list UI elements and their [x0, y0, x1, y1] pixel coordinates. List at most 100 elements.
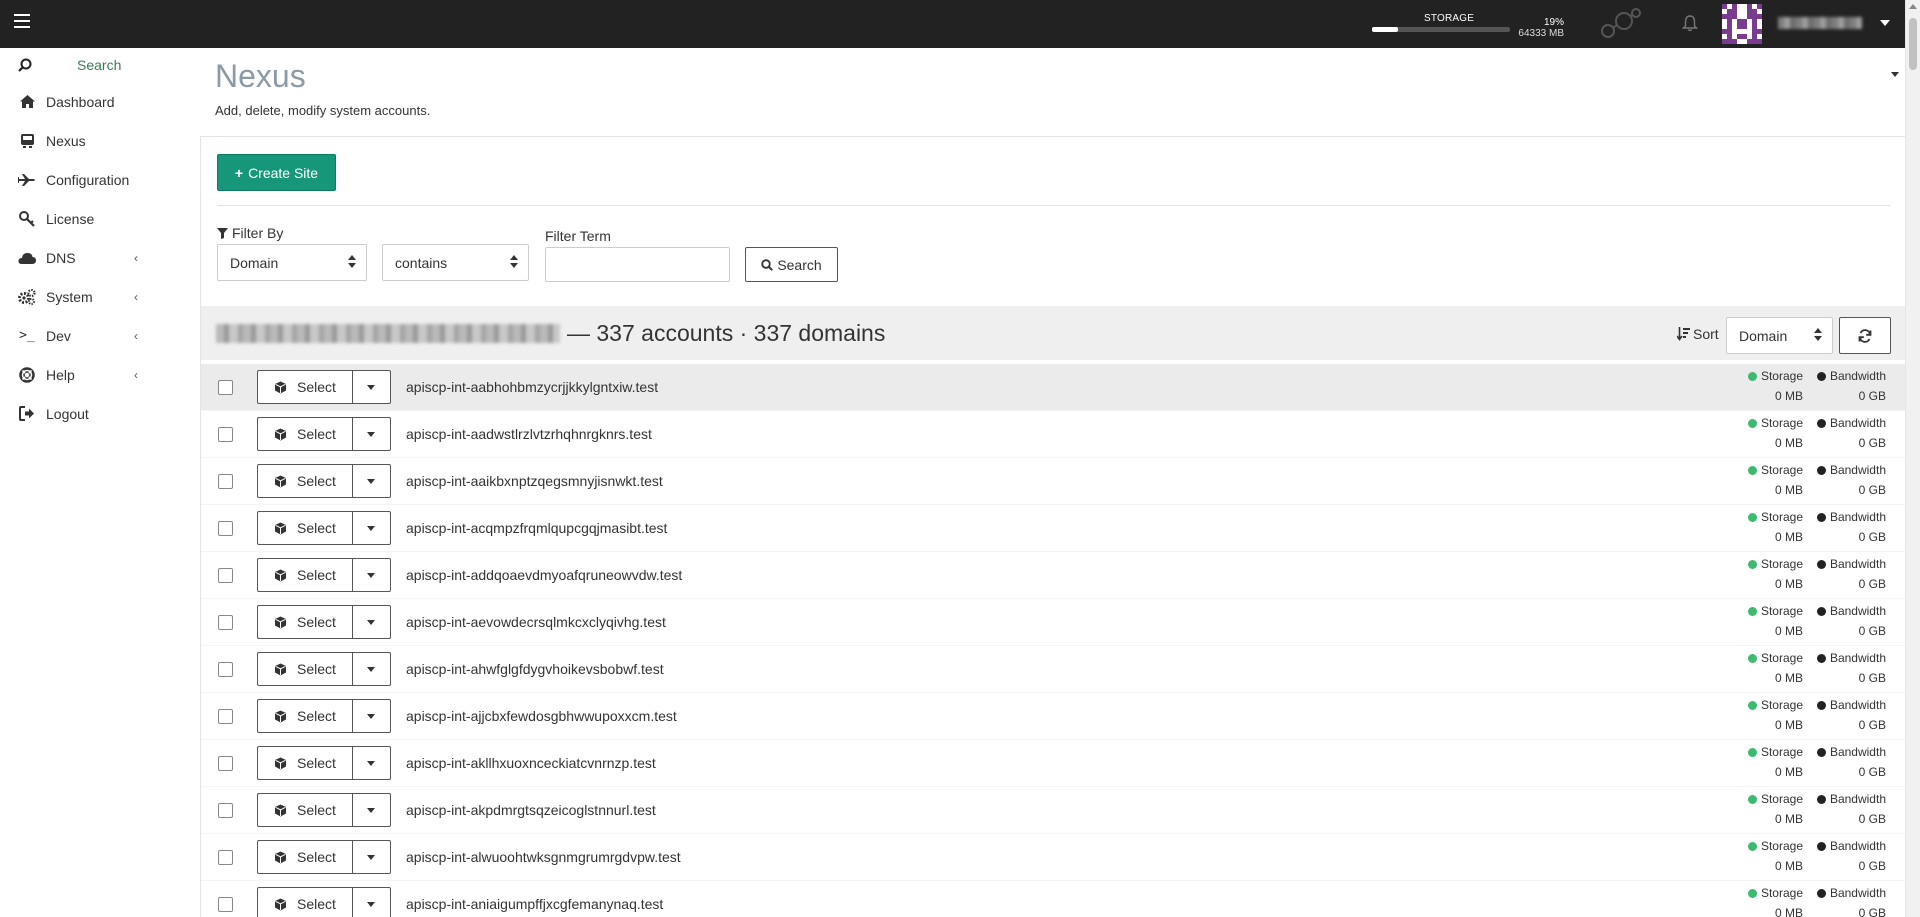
select-dropdown-toggle[interactable] [352, 887, 391, 917]
select-button[interactable]: Select [257, 605, 352, 639]
page-scrollbar[interactable] [1905, 0, 1920, 917]
row-checkbox[interactable] [218, 474, 233, 489]
select-button[interactable]: Select [257, 464, 352, 498]
sign-out-icon [18, 405, 36, 423]
account-domain-link[interactable]: apiscp-int-ahwfglgfdygvhoikevsbobwf.test [406, 661, 664, 677]
select-button[interactable]: Select [257, 840, 352, 874]
account-domain-link[interactable]: apiscp-int-akpdmrgtsqzeicoglstnnurl.test [406, 802, 656, 818]
account-domain-link[interactable]: apiscp-int-ajjcbxfewdosgbhwwupoxxcm.test [406, 708, 677, 724]
select-dropdown-toggle[interactable] [352, 699, 391, 733]
table-row[interactable]: Select apiscp-int-aabhohbmzycrjjkkylgntxi… [201, 364, 1906, 411]
account-domain-link[interactable]: apiscp-int-aniaigumpffjxcgfemanynaq.test [406, 896, 663, 912]
row-checkbox[interactable] [218, 850, 233, 865]
table-row[interactable]: Select apiscp-int-ahwfglgfdygvhoikevsbobw… [201, 646, 1906, 693]
account-domain-link[interactable]: apiscp-int-alwuoohtwksgnmgrumrgdvpw.test [406, 849, 681, 865]
username-redacted[interactable] [1778, 17, 1862, 29]
select-dropdown-toggle[interactable] [352, 793, 391, 827]
chevron-left-icon: ‹ [134, 290, 138, 304]
table-row[interactable]: Select apiscp-int-addqoaevdmyoafqruneowvd… [201, 552, 1906, 599]
hamburger-icon[interactable] [14, 14, 30, 28]
sidebar-item-configuration[interactable]: Configuration [0, 160, 200, 199]
refresh-button[interactable] [1839, 317, 1891, 354]
create-site-button[interactable]: + Create Site [217, 154, 336, 191]
table-row[interactable]: Select apiscp-int-aniaigumpffjxcgfemanyna… [201, 881, 1906, 917]
account-domain-link[interactable]: apiscp-int-akllhxuoxnceckiatcvnrnzp.test [406, 755, 656, 771]
row-checkbox[interactable] [218, 897, 233, 912]
select-button[interactable]: Select [257, 511, 352, 545]
cube-icon [275, 898, 287, 910]
search-button[interactable]: Search [745, 247, 838, 282]
scrollbar-thumb[interactable] [1909, 18, 1917, 70]
row-checkbox[interactable] [218, 615, 233, 630]
table-row[interactable]: Select apiscp-int-aadwstlrzlvtzrhqhnrgknr… [201, 411, 1906, 458]
select-button[interactable]: Select [257, 793, 352, 827]
avatar[interactable] [1722, 4, 1762, 44]
storage-dot-icon [1747, 841, 1757, 851]
sidebar-item-logout[interactable]: Logout [0, 394, 200, 433]
table-row[interactable]: Select apiscp-int-akpdmrgtsqzeicoglstnnur… [201, 787, 1906, 834]
sidebar-item-license[interactable]: License [0, 199, 200, 238]
bell-icon[interactable] [1682, 15, 1698, 32]
scroll-up-arrow-icon[interactable] [1909, 4, 1917, 9]
table-row[interactable]: Select apiscp-int-aevowdecrsqlmkcxclyqivh… [201, 599, 1906, 646]
table-row[interactable]: Select apiscp-int-ajjcbxfewdosgbhwwupoxxc… [201, 693, 1906, 740]
row-checkbox[interactable] [218, 709, 233, 724]
table-row[interactable]: Select apiscp-int-acqmpzfrqmlqupcgqjmasib… [201, 505, 1906, 552]
row-checkbox[interactable] [218, 380, 233, 395]
network-hub-icon[interactable] [1598, 7, 1644, 41]
select-button[interactable]: Select [257, 417, 352, 451]
account-domain-link[interactable]: apiscp-int-aaikbxnptzqegsmnyjisnwkt.test [406, 473, 663, 489]
bandwidth-label: Bandwidth [1829, 557, 1886, 571]
sidebar-item-label: Dashboard [46, 93, 115, 110]
select-dropdown-toggle[interactable] [352, 746, 391, 780]
filter-operator-select[interactable]: contains [382, 244, 529, 281]
select-button[interactable]: Select [257, 652, 352, 686]
select-dropdown-toggle[interactable] [352, 652, 391, 686]
row-checkbox[interactable] [218, 756, 233, 771]
table-row[interactable]: Select apiscp-int-akllhxuoxnceckiatcvnrnz… [201, 740, 1906, 787]
table-row[interactable]: Select apiscp-int-aaikbxnptzqegsmnyjisnwk… [201, 458, 1906, 505]
account-domain-link[interactable]: apiscp-int-acqmpzfrqmlqupcgqjmasibt.test [406, 520, 667, 536]
sidebar-item-dns[interactable]: DNS ‹ [0, 238, 200, 277]
cube-icon [275, 569, 287, 581]
filter-term-input[interactable] [545, 247, 730, 282]
select-dropdown-toggle[interactable] [352, 605, 391, 639]
sidebar-search[interactable]: Search [0, 48, 200, 82]
select-button[interactable]: Select [257, 558, 352, 592]
account-domain-link[interactable]: apiscp-int-addqoaevdmyoafqruneowvdw.test [406, 567, 682, 583]
bandwidth-dot-icon [1816, 465, 1826, 475]
account-domain-link[interactable]: apiscp-int-aabhohbmzycrjjkkylgntxiw.test [406, 379, 658, 395]
row-checkbox[interactable] [218, 521, 233, 536]
sidebar-item-system[interactable]: System ‹ [0, 277, 200, 316]
select-updown-icon [1814, 328, 1822, 342]
user-menu-caret-icon[interactable] [1880, 20, 1890, 26]
select-dropdown-toggle[interactable] [352, 511, 391, 545]
select-dropdown-toggle[interactable] [352, 840, 391, 874]
sidebar-item-nexus[interactable]: Nexus [0, 121, 200, 160]
select-button[interactable]: Select [257, 699, 352, 733]
select-button[interactable]: Select [257, 746, 352, 780]
row-checkbox[interactable] [218, 662, 233, 677]
account-domain-link[interactable]: apiscp-int-aadwstlrzlvtzrhqhnrgknrs.test [406, 426, 652, 442]
select-button[interactable]: Select [257, 887, 352, 917]
row-checkbox[interactable] [218, 568, 233, 583]
select-dropdown-toggle[interactable] [352, 558, 391, 592]
select-dropdown-toggle[interactable] [352, 370, 391, 404]
row-checkbox[interactable] [218, 803, 233, 818]
row-checkbox[interactable] [218, 427, 233, 442]
select-button[interactable]: Select [257, 370, 352, 404]
sidebar-item-help[interactable]: Help ‹ [0, 355, 200, 394]
chevron-down-icon[interactable] [1891, 72, 1899, 77]
sidebar-item-dashboard[interactable]: Dashboard [0, 82, 200, 121]
select-dropdown-toggle[interactable] [352, 417, 391, 451]
account-domain-link[interactable]: apiscp-int-aevowdecrsqlmkcxclyqivhg.test [406, 614, 666, 630]
sort-select[interactable]: Domain [1726, 317, 1833, 354]
gears-icon [18, 288, 36, 306]
filter-field-select[interactable]: Domain [217, 244, 367, 281]
table-row[interactable]: Select apiscp-int-alwuoohtwksgnmgrumrgdvp… [201, 834, 1906, 881]
storage-meter: STORAGE [1372, 10, 1512, 38]
storage-dot-icon [1747, 512, 1757, 522]
filter-term-label: Filter Term [545, 228, 611, 244]
sidebar-item-dev[interactable]: >_ Dev ‹ [0, 316, 200, 355]
select-dropdown-toggle[interactable] [352, 464, 391, 498]
